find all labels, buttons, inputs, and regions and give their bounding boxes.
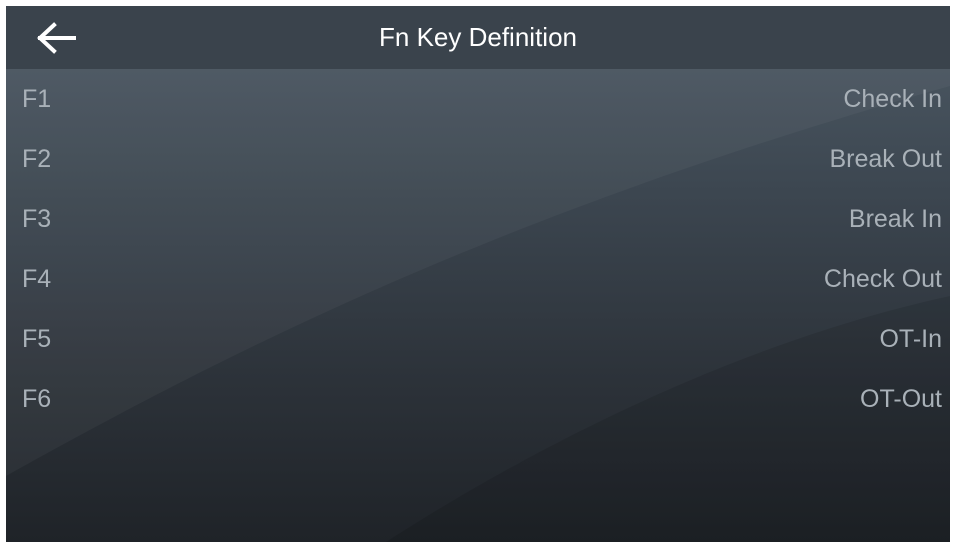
fn-key-row-f4[interactable]: F4 Check Out bbox=[6, 249, 950, 309]
fn-key-label: F4 bbox=[22, 265, 52, 293]
fn-key-value: Check In bbox=[843, 85, 942, 113]
fn-key-value: OT-In bbox=[879, 325, 942, 353]
fn-key-value: Break In bbox=[848, 205, 942, 233]
page-title: Fn Key Definition bbox=[379, 22, 577, 52]
fn-key-label: F5 bbox=[22, 325, 52, 353]
fn-key-value: Break Out bbox=[829, 145, 942, 173]
fn-key-row-f2[interactable]: F2 Break Out bbox=[6, 129, 950, 189]
fn-key-list: F1 Check In F2 Break Out F3 Break In F4 … bbox=[6, 69, 950, 429]
fn-key-row-f5[interactable]: F5 OT-In bbox=[6, 309, 950, 369]
fn-key-row-f6[interactable]: F6 OT-Out bbox=[6, 369, 950, 429]
arrow-left-icon bbox=[37, 22, 76, 54]
fn-key-value: Check Out bbox=[823, 265, 942, 293]
fn-key-row-f3[interactable]: F3 Break In bbox=[6, 189, 950, 249]
fn-key-label: F3 bbox=[22, 205, 52, 233]
fn-key-label: F2 bbox=[22, 145, 52, 173]
fn-key-label: F6 bbox=[22, 385, 52, 413]
device-screen: Fn Key Definition F1 Check In F2 Break O… bbox=[6, 6, 950, 542]
fn-key-row-f1[interactable]: F1 Check In bbox=[6, 69, 950, 129]
back-button[interactable] bbox=[34, 20, 80, 56]
fn-key-label: F1 bbox=[22, 85, 52, 113]
header-bar: Fn Key Definition bbox=[6, 6, 950, 69]
fn-key-value: OT-Out bbox=[860, 385, 942, 413]
